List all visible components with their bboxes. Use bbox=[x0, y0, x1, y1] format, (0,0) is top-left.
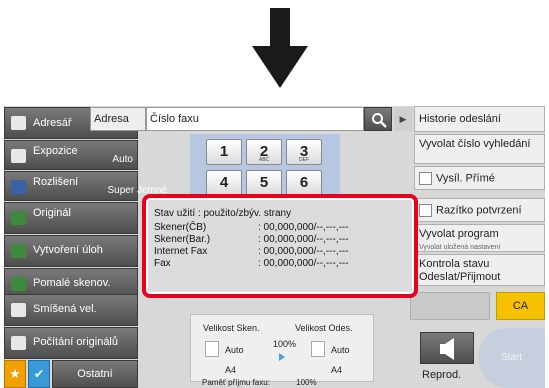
others-button[interactable]: Ostatní bbox=[52, 360, 138, 388]
recall-search-button[interactable]: Vyvolat číslo vyhledání bbox=[414, 134, 545, 164]
exposure-icon bbox=[11, 149, 26, 163]
key-letters: DEF bbox=[299, 157, 309, 163]
recall-program-button[interactable]: Vyvolat program Vyvolat uložená nastaven… bbox=[414, 224, 545, 252]
original-button[interactable]: Originál bbox=[4, 202, 138, 234]
count-originals-button[interactable]: Počítání originálů bbox=[4, 327, 138, 359]
speaker-icon bbox=[440, 338, 454, 360]
recall-program-label: Vyvolat program bbox=[419, 228, 499, 240]
exposure-button[interactable]: Expozice Auto bbox=[4, 140, 138, 170]
check-button[interactable]: ✔ bbox=[28, 360, 50, 388]
memory-label: Paměť příjmu faxu: bbox=[202, 378, 270, 387]
count-originals-icon bbox=[11, 336, 26, 350]
confirm-stamp-label: Razítko potvrzení bbox=[436, 204, 522, 217]
slow-scan-icon bbox=[11, 277, 26, 291]
status-check-button[interactable]: Kontrola stavu Odeslat/Přijmout bbox=[414, 254, 545, 286]
fax-number-field[interactable]: Číslo faxu bbox=[146, 107, 364, 131]
send-history-button[interactable]: Historie odeslání bbox=[414, 106, 545, 132]
key-3[interactable]: 3 DEF bbox=[286, 139, 322, 165]
direct-send-toggle[interactable]: Vysíl. Přímé bbox=[414, 166, 545, 190]
memory-value: 100% bbox=[296, 378, 317, 387]
send-paper: A4 bbox=[331, 365, 343, 375]
resolution-label: Rozlišení bbox=[33, 176, 79, 188]
send-auto: Auto bbox=[331, 345, 350, 355]
confirm-stamp-checkbox[interactable] bbox=[419, 204, 432, 217]
key-1[interactable]: 1 bbox=[206, 139, 242, 165]
row-label: Fax bbox=[154, 258, 171, 269]
ca-button[interactable]: CA bbox=[496, 292, 545, 320]
scan-size-label: Velikost Sken. bbox=[203, 323, 260, 333]
down-arrow-icon bbox=[252, 8, 308, 88]
favorite-star-button[interactable]: ★ bbox=[4, 360, 26, 388]
speaker-label: Reprod. bbox=[422, 369, 462, 381]
key-4[interactable]: 4 bbox=[206, 170, 242, 196]
count-originals-label: Počítání originálů bbox=[33, 336, 118, 348]
row-label: Skener(ČB) bbox=[154, 222, 207, 233]
mixed-size-button[interactable]: Smíšená vel. bbox=[4, 294, 138, 326]
resolution-button[interactable]: Rozlišení Super Jemné bbox=[4, 171, 167, 201]
send-size-label: Velikost Odes. bbox=[295, 323, 353, 333]
key-5[interactable]: 5 bbox=[246, 170, 282, 196]
original-label: Originál bbox=[33, 207, 71, 219]
job-build-button[interactable]: Vytvoření úloh bbox=[4, 235, 138, 267]
popup-title: Stav užití : použito/zbýv. strany bbox=[154, 208, 292, 219]
speaker-button[interactable] bbox=[420, 332, 474, 364]
star-icon: ★ bbox=[9, 366, 21, 381]
row-value: : 00,000,000/--,---,--- bbox=[258, 222, 349, 233]
send-doc-icon bbox=[311, 341, 325, 357]
scan-doc-icon bbox=[205, 341, 219, 357]
exposure-value: Auto bbox=[112, 154, 133, 165]
row-label: Internet Fax bbox=[154, 246, 208, 257]
memory-line: Paměť příjmu faxu: 100% bbox=[202, 378, 317, 387]
mixed-size-icon bbox=[11, 303, 26, 317]
addressbook-icon bbox=[11, 116, 26, 130]
row-value: : 00,000,000/--,---,--- bbox=[258, 234, 349, 245]
key-2[interactable]: 2 ABC bbox=[246, 139, 282, 165]
disabled-button bbox=[410, 292, 490, 320]
exposure-label: Expozice bbox=[33, 145, 78, 157]
check-icon: ✔ bbox=[33, 367, 45, 381]
row-label: Skener(Bar.) bbox=[154, 234, 211, 245]
usage-status-popup: Stav užití : použito/zbýv. strany Skener… bbox=[142, 194, 418, 298]
row-value: : 00,000,000/--,---,--- bbox=[258, 258, 349, 269]
confirm-stamp-toggle[interactable]: Razítko potvrzení bbox=[414, 198, 545, 222]
scan-auto: Auto bbox=[225, 345, 244, 355]
job-build-icon bbox=[11, 244, 26, 258]
row-value: : 00,000,000/--,---,--- bbox=[258, 246, 349, 257]
addressbook-label: Adresář bbox=[33, 117, 72, 129]
arrow-right-icon bbox=[279, 353, 285, 361]
scan-size-panel[interactable]: Velikost Sken. Velikost Odes. Auto 100% … bbox=[190, 314, 374, 382]
resolution-icon bbox=[11, 180, 26, 194]
search-button[interactable] bbox=[364, 107, 392, 131]
key-6[interactable]: 6 bbox=[286, 170, 322, 196]
key-letters: ABC bbox=[258, 157, 270, 163]
direct-send-checkbox[interactable] bbox=[419, 172, 432, 185]
search-icon bbox=[372, 113, 387, 128]
scan-paper: A4 bbox=[225, 365, 237, 375]
recall-program-sublabel: Vyvolat uložená nastavení bbox=[419, 244, 501, 251]
start-button[interactable]: Start bbox=[478, 328, 545, 388]
direct-send-label: Vysíl. Přímé bbox=[436, 172, 495, 185]
job-build-label: Vytvoření úloh bbox=[33, 244, 103, 256]
keypad: 1 2 ABC 3 DEF 4 5 6 bbox=[190, 134, 340, 198]
ratio-value: 100% bbox=[273, 339, 297, 349]
address-tab[interactable]: Adresa bbox=[90, 107, 146, 131]
slow-scan-label: Pomalé skenov. bbox=[33, 277, 111, 289]
expand-arrow-icon[interactable]: ▶ bbox=[394, 107, 412, 131]
mixed-size-label: Smíšená vel. bbox=[33, 303, 97, 315]
original-icon bbox=[11, 211, 26, 225]
